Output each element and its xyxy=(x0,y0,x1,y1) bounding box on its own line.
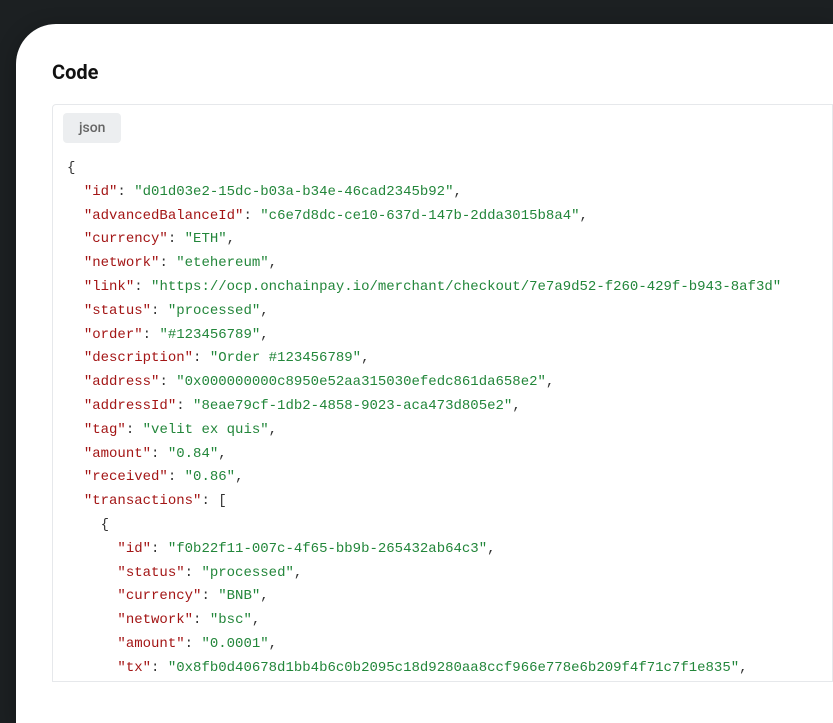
json-val-id: "d01d03e2-15dc-b03a-b34e-46cad2345b92" xyxy=(134,184,453,200)
json-key-amount: "amount" xyxy=(84,446,151,462)
json-val-advancedBalanceId: "c6e7d8dc-ce10-637d-147b-2dda3015b8a4" xyxy=(260,208,579,224)
code-content: { "id": "d01d03e2-15dc-b03a-b34e-46cad23… xyxy=(53,143,832,681)
json-key-id: "id" xyxy=(84,184,118,200)
json-val-tx-currency: "BNB" xyxy=(218,588,260,604)
json-key-address: "address" xyxy=(84,374,160,390)
json-val-address: "0x000000000c8950e52aa315030efedc861da65… xyxy=(176,374,546,390)
tab-json[interactable]: json xyxy=(63,113,121,143)
section-heading: Code xyxy=(52,60,833,84)
json-key-received: "received" xyxy=(84,469,168,485)
json-val-status: "processed" xyxy=(168,303,260,319)
json-val-currency: "ETH" xyxy=(185,231,227,247)
json-key-link: "link" xyxy=(84,279,134,295)
json-key-currency: "currency" xyxy=(84,231,168,247)
json-val-received: "0.86" xyxy=(185,469,235,485)
json-val-description: "Order #123456789" xyxy=(210,350,361,366)
json-val-tag: "velit ex quis" xyxy=(143,422,269,438)
json-key-addressId: "addressId" xyxy=(84,398,176,414)
json-key-tx-network: "network" xyxy=(117,612,193,628)
json-val-amount: "0.84" xyxy=(168,446,218,462)
json-val-network: "etehereum" xyxy=(176,255,268,271)
json-key-order: "order" xyxy=(84,327,143,343)
json-val-tx-status: "processed" xyxy=(201,565,293,581)
json-key-tx-id: "id" xyxy=(117,541,151,557)
json-key-tx-status: "status" xyxy=(117,565,184,581)
json-key-transactions: "transactions" xyxy=(84,493,202,509)
json-val-link: "https://ocp.onchainpay.io/merchant/chec… xyxy=(151,279,781,295)
json-key-advancedBalanceId: "advancedBalanceId" xyxy=(84,208,244,224)
json-val-tx-network: "bsc" xyxy=(210,612,252,628)
json-key-description: "description" xyxy=(84,350,193,366)
json-key-status: "status" xyxy=(84,303,151,319)
json-key-network: "network" xyxy=(84,255,160,271)
json-val-tx-tx: "0x8fb0d40678d1bb4b6c0b2095c18d9280aa8cc… xyxy=(168,660,739,676)
language-tabs: json xyxy=(53,105,832,143)
code-box: json { "id": "d01d03e2-15dc-b03a-b34e-46… xyxy=(52,104,833,682)
json-val-addressId: "8eae79cf-1db2-4858-9023-aca473d805e2" xyxy=(193,398,512,414)
json-key-tag: "tag" xyxy=(84,422,126,438)
json-key-tx-currency: "currency" xyxy=(117,588,201,604)
json-val-tx-id: "f0b22f11-007c-4f65-bb9b-265432ab64c3" xyxy=(168,541,487,557)
json-key-tx-amount: "amount" xyxy=(117,636,184,652)
code-panel: Code json { "id": "d01d03e2-15dc-b03a-b3… xyxy=(16,24,833,723)
json-key-tx-tx: "tx" xyxy=(117,660,151,676)
json-val-order: "#123456789" xyxy=(159,327,260,343)
json-val-tx-amount: "0.0001" xyxy=(201,636,268,652)
